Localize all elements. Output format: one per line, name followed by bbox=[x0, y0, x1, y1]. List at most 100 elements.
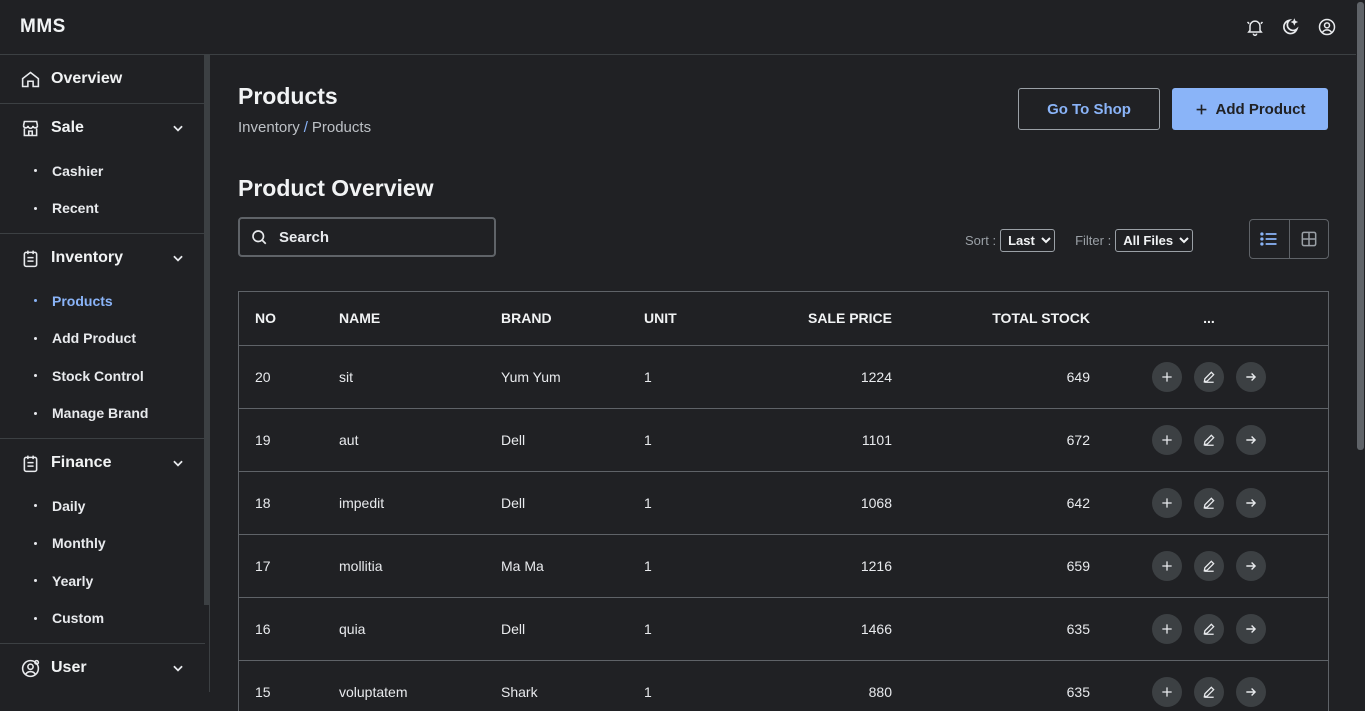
view-details-button[interactable] bbox=[1236, 424, 1266, 455]
cell-sale-price: 1101 bbox=[724, 408, 892, 472]
arrow-right-icon bbox=[1246, 498, 1257, 507]
column-header-no[interactable]: NO bbox=[239, 292, 339, 346]
view-details-button[interactable] bbox=[1236, 613, 1266, 644]
grid-view-icon bbox=[1301, 231, 1317, 247]
cell-unit: 1 bbox=[644, 345, 724, 409]
sidebar-item-label: Custom bbox=[52, 610, 105, 627]
edit-button[interactable] bbox=[1194, 613, 1224, 644]
column-header-unit[interactable]: UNIT bbox=[644, 292, 724, 346]
add-stock-button[interactable] bbox=[1152, 424, 1182, 455]
table-row[interactable]: 19 aut Dell 1 1101 672 bbox=[239, 408, 1328, 472]
view-details-button[interactable] bbox=[1236, 487, 1266, 518]
page-scrollbar[interactable] bbox=[1356, 0, 1365, 692]
sidebar-item-sale[interactable]: Sale bbox=[0, 104, 205, 152]
chevron-down-icon[interactable] bbox=[171, 661, 185, 675]
arrow-right-icon bbox=[1246, 372, 1257, 381]
plus-icon bbox=[1162, 371, 1172, 382]
chevron-down-icon[interactable] bbox=[171, 121, 185, 135]
breadcrumb-parent[interactable]: Inventory bbox=[238, 119, 300, 136]
cell-brand: Dell bbox=[501, 408, 644, 472]
table-body: 20 sit Yum Yum 1 1224 649 19 aut Dell 1 … bbox=[239, 345, 1328, 711]
sidebar-group-user: User bbox=[0, 644, 205, 692]
chevron-down-icon[interactable] bbox=[171, 251, 185, 265]
add-product-button[interactable]: Add Product bbox=[1172, 88, 1328, 130]
plus-icon bbox=[1162, 623, 1172, 634]
add-stock-button[interactable] bbox=[1152, 487, 1182, 518]
cell-sale-price: 1216 bbox=[724, 534, 892, 598]
edit-button[interactable] bbox=[1194, 487, 1224, 518]
column-header-total-stock[interactable]: TOTAL STOCK bbox=[892, 292, 1090, 346]
list-view-icon bbox=[1260, 232, 1277, 246]
cell-sale-price: 880 bbox=[724, 660, 892, 711]
cell-no: 19 bbox=[239, 408, 339, 472]
plus-icon bbox=[1196, 104, 1206, 114]
pencil-icon bbox=[1203, 622, 1215, 635]
sidebar-item-finance[interactable]: Finance bbox=[0, 439, 205, 487]
column-header-name[interactable]: NAME bbox=[339, 292, 501, 346]
dark-mode-icon[interactable] bbox=[1281, 17, 1301, 37]
table-row[interactable]: 16 quia Dell 1 1466 635 bbox=[239, 597, 1328, 661]
top-bar: MMS bbox=[0, 0, 1365, 55]
chevron-down-icon[interactable] bbox=[171, 456, 185, 470]
sidebar-item-yearly[interactable]: Yearly bbox=[0, 562, 205, 600]
add-stock-button[interactable] bbox=[1152, 361, 1182, 392]
sidebar-item-custom[interactable]: Custom bbox=[0, 600, 205, 638]
sidebar-item-products[interactable]: Products bbox=[0, 282, 205, 320]
sidebar-divider bbox=[209, 55, 210, 692]
column-header-sale-price[interactable]: SALE PRICE bbox=[724, 292, 892, 346]
sidebar-item-monthly[interactable]: Monthly bbox=[0, 525, 205, 563]
go-to-shop-button[interactable]: Go To Shop bbox=[1018, 88, 1160, 130]
grid-view-button[interactable] bbox=[1288, 220, 1329, 258]
filter-select[interactable]: All Files bbox=[1115, 229, 1194, 252]
edit-button[interactable] bbox=[1194, 361, 1224, 392]
sidebar-item-overview[interactable]: Overview bbox=[0, 55, 205, 103]
cell-brand: Ma Ma bbox=[501, 534, 644, 598]
cell-brand: Dell bbox=[501, 471, 644, 535]
page-scrollbar-thumb[interactable] bbox=[1357, 2, 1364, 450]
clipboard-icon bbox=[23, 455, 38, 472]
cell-sale-price: 1466 bbox=[724, 597, 892, 661]
sidebar-item-user[interactable]: User bbox=[0, 644, 205, 692]
sidebar-finance-label: Finance bbox=[51, 454, 112, 471]
sidebar-item-cashier[interactable]: Cashier bbox=[0, 152, 205, 190]
table-row[interactable]: 18 impedit Dell 1 1068 642 bbox=[239, 471, 1328, 535]
column-header-actions: ... bbox=[1090, 292, 1328, 346]
sidebar-item-manage-brand[interactable]: Manage Brand bbox=[0, 395, 205, 433]
row-actions bbox=[1152, 424, 1266, 455]
view-details-button[interactable] bbox=[1236, 550, 1266, 581]
sort-select[interactable]: Last bbox=[1000, 229, 1056, 252]
cell-total-stock: 649 bbox=[892, 345, 1090, 409]
cell-name: mollitia bbox=[339, 534, 501, 598]
table-row[interactable]: 17 mollitia Ma Ma 1 1216 659 bbox=[239, 534, 1328, 598]
sidebar-item-stock-control[interactable]: Stock Control bbox=[0, 357, 205, 395]
cell-total-stock: 672 bbox=[892, 408, 1090, 472]
plus-icon bbox=[1162, 434, 1172, 445]
sidebar-item-add-product[interactable]: Add Product bbox=[0, 320, 205, 358]
bullet-icon bbox=[34, 336, 37, 340]
table-row[interactable]: 20 sit Yum Yum 1 1224 649 bbox=[239, 345, 1328, 409]
table-row[interactable]: 15 voluptatem Shark 1 880 635 bbox=[239, 660, 1328, 711]
view-details-button[interactable] bbox=[1236, 361, 1266, 392]
edit-button[interactable] bbox=[1194, 424, 1224, 455]
search-box[interactable] bbox=[238, 217, 496, 257]
user-account-icon[interactable] bbox=[1317, 17, 1337, 37]
sidebar-item-inventory[interactable]: Inventory bbox=[0, 234, 205, 282]
notification-bell-icon[interactable] bbox=[1245, 17, 1265, 37]
search-input[interactable] bbox=[279, 228, 479, 246]
edit-button[interactable] bbox=[1194, 550, 1224, 581]
add-stock-button[interactable] bbox=[1152, 613, 1182, 644]
column-header-brand[interactable]: BRAND bbox=[501, 292, 644, 346]
arrow-right-icon bbox=[1246, 435, 1257, 444]
table-header-row: NO NAME BRAND UNIT SALE PRICE TOTAL STOC… bbox=[239, 292, 1328, 346]
sidebar-item-recent[interactable]: Recent bbox=[0, 190, 205, 228]
sidebar-item-label: Daily bbox=[52, 497, 86, 514]
app-brand[interactable]: MMS bbox=[20, 16, 66, 38]
pencil-icon bbox=[1203, 496, 1215, 509]
products-table: NO NAME BRAND UNIT SALE PRICE TOTAL STOC… bbox=[238, 291, 1329, 711]
add-stock-button[interactable] bbox=[1152, 550, 1182, 581]
list-view-button[interactable] bbox=[1250, 220, 1289, 258]
sidebar-item-label: Add Product bbox=[52, 330, 136, 347]
sidebar-item-daily[interactable]: Daily bbox=[0, 487, 205, 525]
plus-icon bbox=[1162, 560, 1172, 571]
bullet-icon bbox=[34, 616, 37, 620]
